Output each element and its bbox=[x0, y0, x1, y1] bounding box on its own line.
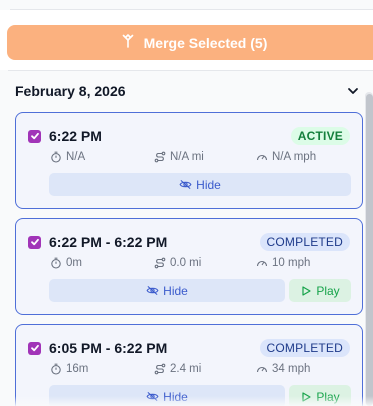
route-icon bbox=[154, 257, 166, 269]
date-group-title: February 8, 2026 bbox=[15, 83, 126, 99]
trip-speed: N/A mph bbox=[256, 151, 316, 163]
status-badge: COMPLETED bbox=[259, 339, 350, 357]
trip-time: 6:05 PM - 6:22 PM bbox=[49, 340, 168, 356]
route-icon bbox=[154, 363, 166, 375]
trip-card[interactable]: 6:05 PM - 6:22 PM COMPLETED 16m 2.4 mi 3… bbox=[15, 324, 363, 406]
trip-duration: 16m bbox=[50, 363, 88, 375]
timer-icon bbox=[51, 257, 61, 269]
trip-card[interactable]: 6:22 PM ACTIVE N/A N/A mi N/A mph Hide bbox=[15, 112, 363, 209]
eye-off-icon bbox=[179, 179, 192, 190]
trip-select-checkbox[interactable] bbox=[28, 235, 41, 249]
scrollbar-thumb[interactable] bbox=[366, 94, 373, 406]
trip-duration: 0m bbox=[50, 257, 82, 269]
hide-button[interactable]: Hide bbox=[49, 173, 351, 196]
hide-button[interactable]: Hide bbox=[49, 279, 285, 302]
trip-select-checkbox[interactable] bbox=[28, 341, 41, 355]
gauge-icon bbox=[256, 154, 268, 161]
play-icon bbox=[302, 285, 311, 296]
route-icon bbox=[154, 151, 166, 163]
gauge-icon bbox=[256, 366, 268, 373]
trip-duration: N/A bbox=[50, 151, 85, 163]
trip-time: 6:22 PM - 6:22 PM bbox=[49, 234, 168, 250]
status-badge: COMPLETED bbox=[259, 233, 350, 251]
scroll-fade bbox=[0, 396, 373, 406]
trip-distance: 2.4 mi bbox=[154, 363, 201, 375]
trip-time: 6:22 PM bbox=[49, 128, 102, 144]
date-group-header[interactable]: February 8, 2026 bbox=[15, 82, 360, 100]
gauge-icon bbox=[256, 260, 268, 267]
merge-selected-label: Merge Selected (5) bbox=[143, 34, 268, 51]
trip-card[interactable]: 6:22 PM - 6:22 PM COMPLETED 0m 0.0 mi 10… bbox=[15, 218, 363, 315]
divider bbox=[8, 70, 373, 71]
chevron-down-icon[interactable] bbox=[346, 84, 360, 98]
play-button[interactable]: Play bbox=[289, 279, 351, 302]
timer-icon bbox=[51, 363, 61, 375]
divider bbox=[10, 9, 373, 10]
trip-select-checkbox[interactable] bbox=[28, 129, 41, 143]
merge-selected-button[interactable]: Merge Selected (5) bbox=[7, 25, 373, 60]
status-badge: ACTIVE bbox=[290, 127, 350, 145]
trip-distance: 0.0 mi bbox=[154, 257, 201, 269]
trip-speed: 34 mph bbox=[256, 363, 310, 375]
eye-off-icon bbox=[146, 285, 159, 296]
timer-icon bbox=[51, 151, 61, 163]
trip-distance: N/A mi bbox=[154, 151, 204, 163]
merge-icon bbox=[120, 33, 136, 52]
trip-speed: 10 mph bbox=[256, 257, 310, 269]
